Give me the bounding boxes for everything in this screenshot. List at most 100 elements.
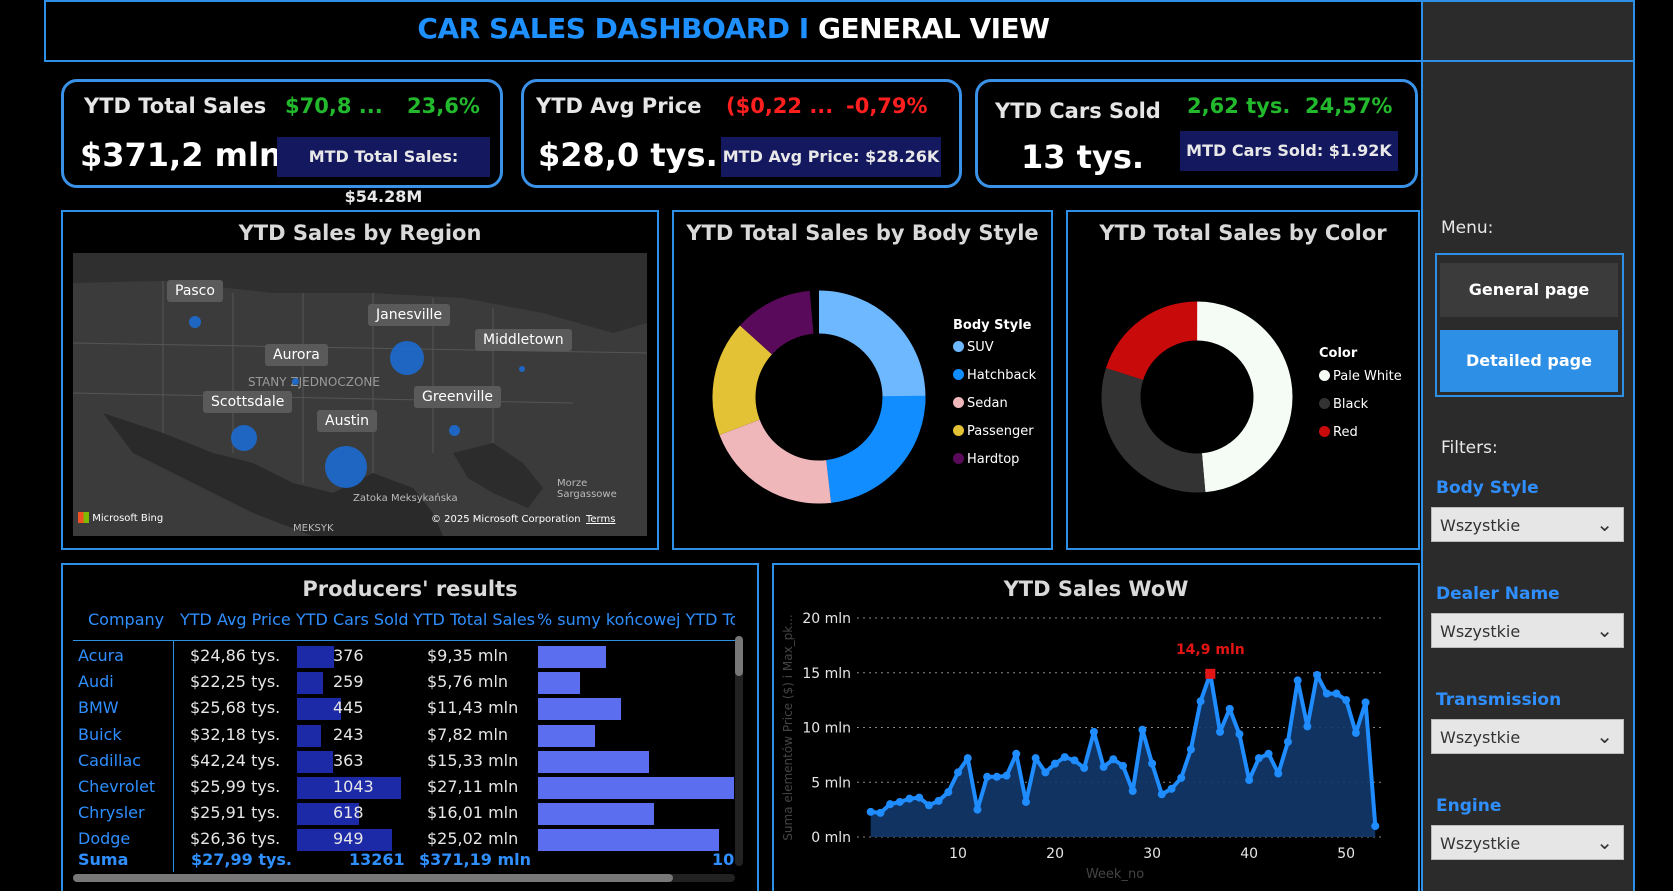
data-point (1371, 822, 1380, 831)
legend-item-passenger[interactable]: Passenger (953, 424, 1034, 439)
kpi-mtd-badge: MTD Avg Price: $28.26K (721, 137, 941, 177)
color-title: YTD Total Sales by Color (1099, 221, 1387, 245)
dealer-name-dropdown[interactable]: Wszystkie ⌄ (1431, 613, 1624, 648)
cell-total-sales: $9,35 mln (427, 646, 509, 665)
dropdown-value: Wszystkie (1440, 622, 1521, 641)
wow-chart[interactable]: 0 mln 5 mln 10 mln 15 mln 20 mln 10 20 30 40 50 We… (773, 595, 1413, 891)
kpi-card-cars-sold: YTD Cars Sold 2,62 tys. 24,57% 13 tys. M… (975, 79, 1418, 188)
data-point (886, 800, 895, 809)
map-copyright: © 2025 Microsoft Corporation (431, 514, 581, 525)
map-bubble-pasco[interactable] (189, 316, 201, 328)
y-tick-label: 0 mln (811, 830, 851, 846)
scrollbar-thumb[interactable] (735, 636, 743, 676)
x-tick-label: 10 (949, 846, 967, 862)
data-point (934, 796, 943, 805)
filter-label-dealer-name: Dealer Name (1436, 584, 1560, 604)
kpi-value: $28,0 tys. (538, 136, 718, 174)
map-label-scottsdale: Scottsdale (203, 391, 293, 413)
color-donut[interactable] (1099, 299, 1295, 495)
legend-dot (953, 425, 964, 436)
legend-item-black[interactable]: Black (1319, 397, 1368, 412)
sidebar-header (1423, 0, 1633, 62)
percent-bar (538, 698, 621, 721)
total-sales: $371,19 mln (419, 850, 531, 869)
kpi-title: YTD Avg Price (536, 94, 702, 118)
body-style-donut[interactable] (709, 287, 929, 507)
cell-avg-price: $25,91 tys. (190, 803, 281, 823)
map-bubble-janesville[interactable] (390, 341, 424, 375)
kpi-delta-percent: 24,57% (1305, 94, 1393, 118)
body-style-legend-title: Body Style (953, 318, 1032, 333)
data-point (1313, 670, 1322, 679)
body-style-dropdown[interactable]: Wszystkie ⌄ (1431, 507, 1624, 542)
data-point (1303, 722, 1312, 731)
cars-sold-bar (297, 724, 322, 747)
legend-item-hatchback[interactable]: Hatchback (953, 368, 1036, 383)
title-white-part: GENERAL VIEW (817, 12, 1050, 45)
table-header-4[interactable]: % sumy końcowej YTD Tota (537, 610, 735, 629)
data-point (1099, 762, 1108, 771)
scrollbar-thumb[interactable] (73, 874, 673, 882)
kpi-title: YTD Total Sales (84, 94, 267, 118)
data-point (1264, 749, 1273, 758)
legend-item-sedan[interactable]: Sedan (953, 396, 1008, 411)
table-horizontal-scrollbar[interactable] (73, 874, 735, 882)
percent-bar (538, 750, 649, 773)
map-terms-link[interactable]: Terms (586, 514, 615, 525)
cell-total-sales: $15,33 mln (427, 750, 519, 770)
table-header-2[interactable]: YTD Cars Sold (296, 610, 408, 629)
data-point (1196, 697, 1205, 706)
kpi-delta-value: ($0,22 ... (726, 94, 834, 118)
data-point (983, 772, 992, 781)
filters-label: Filters: (1441, 438, 1498, 458)
kpi-delta-value: $70,8 ... (285, 94, 383, 118)
data-point (1089, 727, 1098, 736)
producers-title: Producers' results (302, 577, 518, 601)
map-bubble-austin[interactable] (325, 446, 367, 488)
kpi-mtd-badge: MTD Cars Sold: $1.92K (1180, 131, 1398, 171)
total-cars-sold: 13261 (349, 850, 405, 869)
transmission-dropdown[interactable]: Wszystkie ⌄ (1431, 719, 1624, 754)
map-label-pasco: Pasco (167, 280, 223, 302)
dropdown-value: Wszystkie (1440, 728, 1521, 747)
data-point (1167, 784, 1176, 793)
percent-bar (538, 672, 580, 695)
data-point (1254, 754, 1263, 763)
legend-item-hardtop[interactable]: Hardtop (953, 452, 1019, 467)
filter-label-body-style: Body Style (1436, 478, 1539, 498)
map-bubble-greenville[interactable] (449, 425, 460, 436)
body-style-title: YTD Total Sales by Body Style (686, 221, 1039, 245)
filter-label-engine: Engine (1436, 796, 1502, 816)
map-bubble-middletown[interactable] (519, 366, 525, 372)
data-point (1012, 749, 1021, 758)
max-marker (1205, 668, 1216, 679)
legend-item-suv[interactable]: SUV (953, 340, 994, 355)
table-header-3[interactable]: YTD Total Sales (413, 610, 535, 629)
legend-item-pale-white[interactable]: Pale White (1319, 369, 1402, 384)
region-map[interactable]: Pasco Janesville Middletown Aurora Scott… (73, 253, 647, 536)
chevron-down-icon: ⌄ (1596, 724, 1613, 748)
table-header-0[interactable]: Company (88, 610, 164, 629)
cell-cars-sold: 376 (333, 646, 364, 665)
data-point (1031, 754, 1040, 763)
map-bubble-aurora[interactable] (292, 378, 299, 385)
general-page-button[interactable]: General page (1440, 263, 1618, 317)
map-mexico-label: MEKSYK (293, 523, 334, 534)
kpi-mtd-badge: MTD Total Sales: $54.28M (277, 137, 490, 206)
cars-sold-bar (297, 750, 334, 773)
engine-dropdown[interactable]: Wszystkie ⌄ (1431, 825, 1624, 860)
map-bubble-scottsdale[interactable] (231, 425, 257, 451)
detailed-page-button[interactable]: Detailed page (1440, 330, 1618, 392)
data-point (992, 772, 1001, 781)
legend-item-red[interactable]: Red (1319, 425, 1358, 440)
legend-dot (953, 453, 964, 464)
data-point (963, 754, 972, 763)
cell-company: Chrysler (78, 803, 145, 823)
cell-company: BMW (78, 698, 119, 718)
bing-logo: Microsoft Bing (78, 512, 163, 524)
table-vertical-scrollbar[interactable] (735, 636, 743, 866)
body-style-panel: YTD Total Sales by Body Style Body Style… (672, 210, 1053, 550)
table-header-1[interactable]: YTD Avg Price (180, 610, 291, 629)
map-label-middletown: Middletown (475, 329, 572, 351)
cell-avg-price: $32,18 tys. (190, 724, 281, 744)
